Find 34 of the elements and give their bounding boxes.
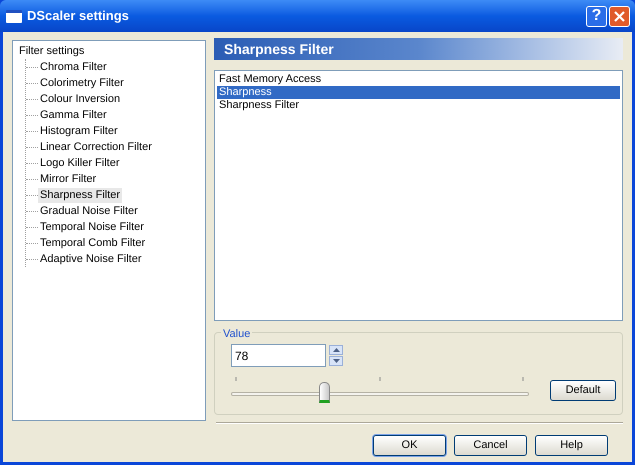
dialog-button[interactable]: OK — [373, 435, 446, 456]
tree-item[interactable]: Mirror Filter — [38, 172, 98, 186]
list-item[interactable]: Sharpness — [217, 86, 620, 99]
tree-item[interactable]: Gamma Filter — [38, 108, 109, 122]
list-item[interactable]: Sharpness Filter — [217, 99, 620, 112]
spin-up-button[interactable] — [329, 345, 343, 355]
tree-item[interactable]: Gradual Noise Filter — [38, 204, 140, 218]
up-icon — [332, 348, 340, 352]
value-field[interactable]: 78 — [231, 344, 326, 367]
tree-item[interactable]: Filter settings — [19, 43, 205, 59]
spin-down-button[interactable] — [329, 356, 343, 366]
slider-thumb[interactable] — [318, 382, 330, 403]
question-icon: ? — [592, 8, 602, 24]
tree-item[interactable]: Adaptive Noise Filter — [38, 252, 144, 266]
tree-item[interactable]: Histogram Filter — [38, 124, 120, 138]
help-button[interactable]: ? — [586, 6, 607, 26]
tree-item[interactable]: Sharpness Filter — [38, 188, 122, 202]
list-item[interactable]: Fast Memory Access — [217, 73, 620, 86]
down-icon — [332, 359, 340, 363]
window-icon — [6, 10, 22, 22]
window-title: DScaler settings — [27, 7, 130, 26]
close-icon — [614, 10, 625, 22]
tree-item[interactable]: Linear Correction Filter — [38, 140, 154, 154]
default-button[interactable]: Default — [550, 380, 616, 401]
tree-item[interactable]: Temporal Comb Filter — [38, 236, 148, 250]
panel-header: Sharpness Filter — [214, 38, 623, 60]
dialog-button[interactable]: Help — [535, 435, 608, 456]
tree-item[interactable]: Temporal Noise Filter — [38, 220, 146, 234]
close-button[interactable] — [609, 6, 630, 26]
tree-item[interactable]: Colorimetry Filter — [38, 76, 126, 90]
tree-item[interactable]: Chroma Filter — [38, 60, 109, 74]
tree-item[interactable]: Logo Killer Filter — [38, 156, 122, 170]
dialog-button[interactable]: Cancel — [454, 435, 527, 456]
tree-item[interactable]: Colour Inversion — [38, 92, 122, 106]
